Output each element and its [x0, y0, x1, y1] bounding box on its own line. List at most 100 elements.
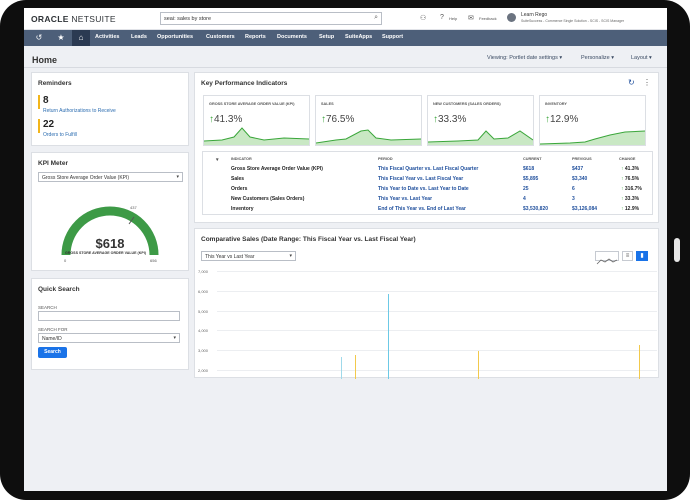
kpi-row-previous[interactable]: $3,340 — [572, 176, 587, 182]
quick-search-portlet: Quick Search SEARCH SEARCH FOR Name/ID ▾ … — [31, 278, 189, 370]
bar-last-year — [478, 351, 479, 379]
y-tick-label: 3,000 — [198, 348, 209, 353]
comparison-range-select[interactable]: This Year vs Last Year ▾ — [201, 251, 296, 261]
kpi-row-previous[interactable]: 3 — [572, 196, 575, 202]
page-title: Home — [32, 55, 58, 65]
column-header: PREVIOUS — [572, 157, 592, 161]
search-icon[interactable]: ⌕ — [374, 14, 378, 22]
feedback-link[interactable]: Feedback — [479, 16, 497, 21]
kpi-row-current[interactable]: 4 — [523, 196, 526, 202]
search-button[interactable]: Search — [38, 347, 67, 358]
chevron-down-icon: ▾ — [176, 174, 179, 180]
kpi-tile[interactable]: INVENTORY ↑12.9% — [539, 95, 646, 146]
kpi-row-previous[interactable]: 6 — [572, 186, 575, 192]
column-header: PERIOD — [378, 157, 393, 161]
kpi-row-period[interactable]: This Fiscal Year vs. Last Fiscal Year — [378, 176, 463, 182]
gridline — [217, 271, 657, 272]
kpi-row-previous[interactable]: $3,126,084 — [572, 206, 597, 212]
kpi-row-period[interactable]: This Year to Date vs. Last Year to Date — [378, 186, 469, 192]
home-icon[interactable]: ⌂ — [72, 30, 90, 46]
bar-this-year — [388, 294, 389, 379]
kpi-row-current[interactable]: $5,895 — [523, 176, 538, 182]
collapse-icon[interactable]: ▾ — [216, 157, 219, 163]
nav-setup[interactable]: Setup — [319, 34, 334, 40]
help-link[interactable]: Help — [449, 16, 457, 21]
kpi-row-change: ↑ 33.3% — [621, 196, 640, 202]
nav-documents[interactable]: Documents — [277, 34, 307, 40]
kpi-row-previous[interactable]: $437 — [572, 166, 583, 172]
reminder-link[interactable]: Return Authorizations to Receive — [43, 108, 116, 114]
column-header: CURRENT — [523, 157, 542, 161]
y-tick-label: 7,000 — [198, 269, 209, 274]
global-search-input[interactable]: seai: sales by store ⌕ — [160, 12, 382, 25]
bar-chart-icon[interactable]: ▮ — [636, 251, 648, 261]
kpi-row-indicator: Inventory — [231, 206, 254, 212]
kpi-row-current[interactable]: $618 — [523, 166, 534, 172]
nav-leads[interactable]: Leads — [131, 34, 147, 40]
top-header: ORACLE NETSUITE seai: sales by store ⌕ ⚇… — [24, 8, 667, 30]
feedback-icon[interactable]: ✉ — [468, 14, 474, 22]
nav-support[interactable]: Support — [382, 34, 403, 40]
reminder-marker — [38, 95, 40, 109]
nav-customers[interactable]: Customers — [206, 34, 235, 40]
search-for-label: SEARCH FOR — [38, 327, 68, 332]
y-tick-label: 4,000 — [198, 328, 209, 333]
reminder-count: 8 — [43, 95, 49, 106]
sort-icon[interactable]: ≡ — [622, 251, 633, 261]
kpi-tile-label: SALES — [321, 102, 334, 106]
quick-search-input[interactable] — [38, 311, 180, 321]
kpi-row-current[interactable]: 25 — [523, 186, 529, 192]
more-options-icon[interactable]: ⋮ — [643, 78, 651, 87]
kpi-tile[interactable]: SALES ↑76.5% — [315, 95, 422, 146]
kpi-row-change: ↑ 316.7% — [621, 186, 642, 192]
reminder-link[interactable]: Orders to Fulfill — [43, 132, 77, 138]
gridline — [217, 311, 657, 312]
reminders-portlet: Reminders 8 Return Authorizations to Rec… — [31, 72, 189, 146]
kpi-tile[interactable]: NEW CUSTOMERS (SALES ORDERS) ↑33.3% — [427, 95, 534, 146]
kpi-row-change: ↑ 76.5% — [621, 176, 640, 182]
nav-activities[interactable]: Activities — [95, 34, 119, 40]
kpi-table: ▾ INDICATOR PERIOD CURRENT PREVIOUS CHAN… — [202, 151, 653, 215]
help-icon[interactable]: ? — [440, 14, 444, 21]
viewing-date-settings-menu[interactable]: Viewing: Portlet date settings ▾ — [487, 55, 562, 61]
kpi-meter-select[interactable]: Gross Store Average Order Value (KPI) ▾ — [38, 172, 183, 182]
kpi-row-current[interactable]: $3,530,820 — [523, 206, 548, 212]
kpi-row-period[interactable]: This Fiscal Quarter vs. Last Fiscal Quar… — [378, 166, 478, 172]
y-tick-label: 2,000 — [198, 368, 209, 373]
area-chart-toggle[interactable] — [595, 251, 619, 265]
tablet-home-button — [674, 238, 680, 262]
kpi-tile[interactable]: GROSS STORE AVERAGE ORDER VALUE (KPI) ↑4… — [203, 95, 310, 146]
kpi-portlet: Key Performance Indicators ↻ ⋮ GROSS STO… — [194, 72, 659, 223]
quick-search-title: Quick Search — [38, 286, 80, 293]
reminder-marker — [38, 119, 40, 133]
kpi-row-change: ↑ 41.3% — [621, 166, 640, 172]
search-for-select[interactable]: Name/ID ▾ — [38, 333, 180, 343]
kpi-row-indicator: Sales — [231, 176, 245, 182]
kpi-row-period[interactable]: End of This Year vs. End of Last Year — [378, 206, 466, 212]
bar-last-year — [639, 345, 640, 379]
recent-records-icon[interactable]: ↺ — [30, 30, 48, 46]
refresh-icon[interactable]: ↻ — [628, 78, 635, 87]
reminder-count: 22 — [43, 119, 55, 130]
tablet-frame: ORACLE NETSUITE seai: sales by store ⌕ ⚇… — [0, 0, 690, 500]
user-avatar[interactable] — [507, 13, 516, 22]
personalize-menu[interactable]: Personalize ▾ — [581, 55, 614, 61]
comparative-sales-title: Comparative Sales (Date Range: This Fisc… — [201, 236, 416, 243]
kpi-meter-portlet: KPI Meter Gross Store Average Order Valu… — [31, 152, 189, 271]
nav-reports[interactable]: Reports — [245, 34, 266, 40]
layout-menu[interactable]: Layout ▾ — [631, 55, 652, 61]
favorites-star-icon[interactable]: ★ — [52, 30, 70, 46]
kpi-sparkline — [540, 130, 645, 145]
nav-suiteapps[interactable]: SuiteApps — [345, 34, 372, 40]
app-screen: ORACLE NETSUITE seai: sales by store ⌕ ⚇… — [24, 8, 667, 491]
netsuite-logo[interactable]: ORACLE NETSUITE — [31, 14, 116, 24]
kpi-sparkline — [428, 130, 533, 145]
nav-opportunities[interactable]: Opportunities — [157, 34, 193, 40]
search-label: SEARCH — [38, 305, 57, 310]
y-tick-label: 5,000 — [198, 309, 209, 314]
gauge-target: 437 — [130, 205, 137, 210]
kpi-row-period[interactable]: This Year vs. Last Year — [378, 196, 432, 202]
gauge-max: 656 — [150, 258, 157, 263]
create-new-icon[interactable]: ⚇ — [420, 14, 426, 22]
user-name[interactable]: Learn Rego — [521, 12, 547, 18]
